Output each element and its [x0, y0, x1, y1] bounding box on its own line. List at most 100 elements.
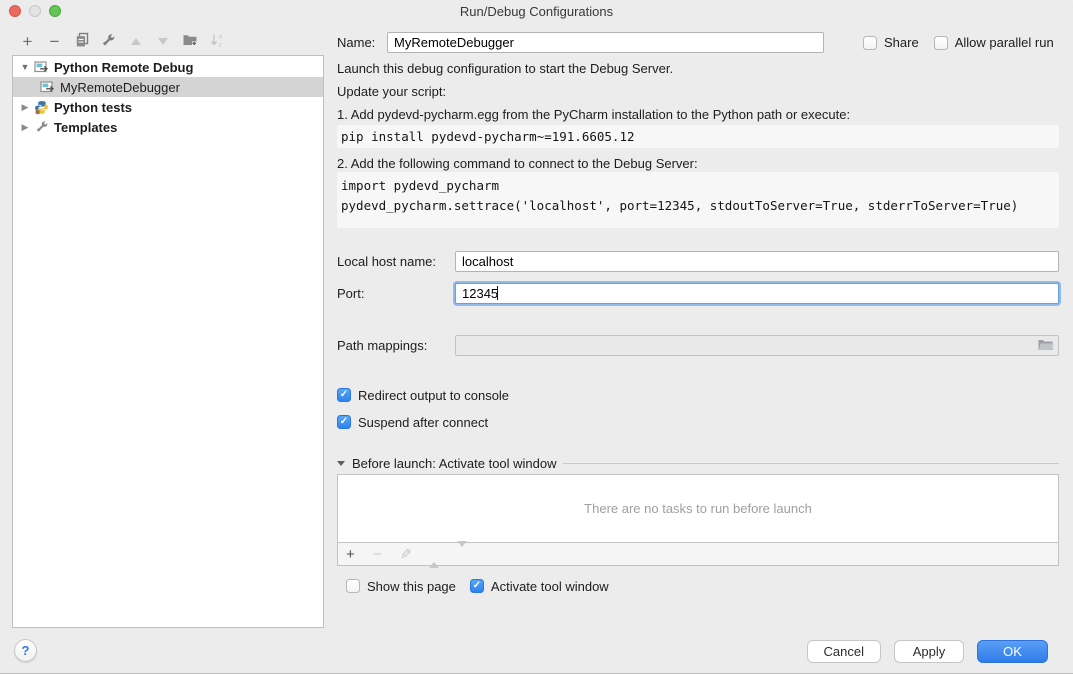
- copy-icon: [74, 32, 90, 51]
- dialog-buttons: Cancel Apply OK: [807, 640, 1048, 663]
- chevron-right-icon[interactable]: ▶: [17, 122, 33, 133]
- pencil-icon: ✎: [400, 546, 412, 563]
- tree-item-label: Python Remote Debug: [54, 60, 193, 75]
- move-down-icon: [457, 541, 467, 562]
- checkbox-box: [346, 579, 360, 593]
- window-title: Run/Debug Configurations: [0, 0, 1073, 23]
- step1-text: 1. Add pydevd-pycharm.egg from the PyCha…: [337, 107, 850, 122]
- copy-configuration-button[interactable]: [68, 32, 95, 52]
- collapse-section-icon[interactable]: [337, 461, 345, 466]
- configurations-tree: ▼ Python Remote Debug MyRemoteDebugger ▶…: [12, 55, 324, 628]
- help-button[interactable]: ?: [14, 639, 37, 662]
- edit-task-button[interactable]: ✎: [400, 546, 412, 563]
- checkbox-box: [470, 579, 484, 593]
- svg-text:a: a: [218, 34, 222, 41]
- help-icon: ?: [22, 643, 30, 658]
- activate-tool-window-checkbox[interactable]: Activate tool window: [470, 579, 609, 594]
- suspend-after-connect-checkbox[interactable]: Suspend after connect: [337, 415, 488, 430]
- remove-configuration-button[interactable]: −: [41, 32, 68, 52]
- local-host-input[interactable]: [455, 251, 1059, 272]
- checkbox-box: [863, 36, 877, 50]
- show-this-page-label: Show this page: [367, 579, 456, 594]
- remove-task-button[interactable]: −: [373, 547, 382, 562]
- checkbox-box: [337, 415, 351, 429]
- before-launch-title: Before launch: Activate tool window: [352, 456, 557, 471]
- suspend-after-connect-label: Suspend after connect: [358, 415, 488, 430]
- settrace-code[interactable]: import pydevd_pycharm pydevd_pycharm.set…: [337, 172, 1059, 228]
- checkbox-box: [337, 388, 351, 402]
- settrace-code-line1: import pydevd_pycharm: [341, 176, 1059, 196]
- move-down-icon: [158, 38, 168, 45]
- before-launch-header[interactable]: Before launch: Activate tool window: [337, 455, 1059, 471]
- port-input[interactable]: [455, 283, 1059, 304]
- tree-item-python-remote-debug[interactable]: ▼ Python Remote Debug: [13, 57, 323, 77]
- activate-tool-window-label: Activate tool window: [491, 579, 609, 594]
- sort-alphabetically-icon: az: [209, 32, 225, 51]
- edit-templates-button[interactable]: [95, 32, 122, 52]
- text-caret: [497, 286, 498, 300]
- name-label: Name:: [337, 35, 387, 50]
- empty-task-list-text: There are no tasks to run before launch: [584, 501, 812, 516]
- path-mappings-label: Path mappings:: [337, 338, 455, 353]
- minimize-window-button: [29, 5, 41, 17]
- add-task-button[interactable]: +: [346, 547, 355, 562]
- pip-install-code[interactable]: pip install pydevd-pycharm~=191.6605.12: [337, 125, 1059, 148]
- new-folder-icon: [182, 32, 198, 51]
- chevron-down-icon[interactable]: ▼: [17, 62, 33, 72]
- redirect-output-label: Redirect output to console: [358, 388, 509, 403]
- tree-item-label: MyRemoteDebugger: [60, 80, 180, 95]
- path-mappings-input[interactable]: [455, 335, 1059, 356]
- tree-item-myremotedebugger[interactable]: MyRemoteDebugger: [13, 77, 323, 97]
- move-task-up-button[interactable]: [429, 547, 439, 562]
- remote-debug-icon: [33, 59, 50, 75]
- tree-item-templates[interactable]: ▶ Templates: [13, 117, 323, 137]
- window-controls: [9, 5, 61, 17]
- redirect-output-checkbox[interactable]: Redirect output to console: [337, 388, 509, 403]
- local-host-row: Local host name:: [337, 251, 1059, 272]
- sort-configurations-button[interactable]: az: [203, 32, 230, 52]
- browse-mappings-button[interactable]: [1035, 338, 1055, 353]
- local-host-label: Local host name:: [337, 254, 455, 269]
- svg-text:z: z: [218, 42, 221, 49]
- move-task-down-button[interactable]: [457, 547, 467, 562]
- port-field-wrapper: [455, 283, 1059, 304]
- add-configuration-button[interactable]: +: [14, 32, 41, 52]
- chevron-right-icon[interactable]: ▶: [17, 102, 33, 113]
- close-window-button[interactable]: [9, 5, 21, 17]
- share-checkbox[interactable]: Share: [863, 35, 919, 50]
- step2-text: 2. Add the following command to connect …: [337, 156, 698, 171]
- redirect-output-row: Redirect output to console: [337, 387, 1059, 403]
- tree-item-python-tests[interactable]: ▶ Python tests: [13, 97, 323, 117]
- allow-parallel-run-checkbox[interactable]: Allow parallel run: [934, 35, 1054, 50]
- ok-button[interactable]: OK: [977, 640, 1048, 663]
- folder-icon: [1037, 338, 1054, 354]
- zoom-window-button[interactable]: [49, 5, 61, 17]
- show-this-page-checkbox[interactable]: Show this page: [346, 579, 456, 594]
- tree-item-label: Python tests: [54, 100, 132, 115]
- share-checkbox-label: Share: [884, 35, 919, 50]
- add-icon: +: [346, 546, 355, 563]
- intro-text: Launch this debug configuration to start…: [337, 61, 673, 76]
- checkbox-box: [934, 36, 948, 50]
- section-divider: [563, 463, 1059, 464]
- apply-button[interactable]: Apply: [894, 640, 964, 663]
- before-launch-task-list[interactable]: There are no tasks to run before launch: [337, 474, 1059, 543]
- port-row: Port:: [337, 283, 1059, 304]
- name-input[interactable]: [387, 32, 824, 53]
- port-label: Port:: [337, 286, 455, 301]
- configurations-toolbar: + − az: [14, 30, 230, 53]
- cancel-button[interactable]: Cancel: [807, 640, 881, 663]
- task-list-toolbar: + − ✎: [337, 542, 1059, 566]
- page-options-row: Show this page Activate tool window: [346, 578, 1059, 594]
- remove-icon: −: [50, 33, 60, 50]
- new-folder-button[interactable]: [176, 32, 203, 52]
- move-up-button[interactable]: [122, 32, 149, 52]
- title-bar[interactable]: Run/Debug Configurations: [0, 0, 1073, 22]
- name-row: Name: Share Allow parallel run: [337, 32, 1059, 53]
- move-down-button[interactable]: [149, 32, 176, 52]
- allow-parallel-run-label: Allow parallel run: [955, 35, 1054, 50]
- tree-item-label: Templates: [54, 120, 117, 135]
- remove-icon: −: [373, 546, 382, 563]
- add-icon: +: [23, 33, 33, 50]
- move-up-icon: [429, 547, 439, 568]
